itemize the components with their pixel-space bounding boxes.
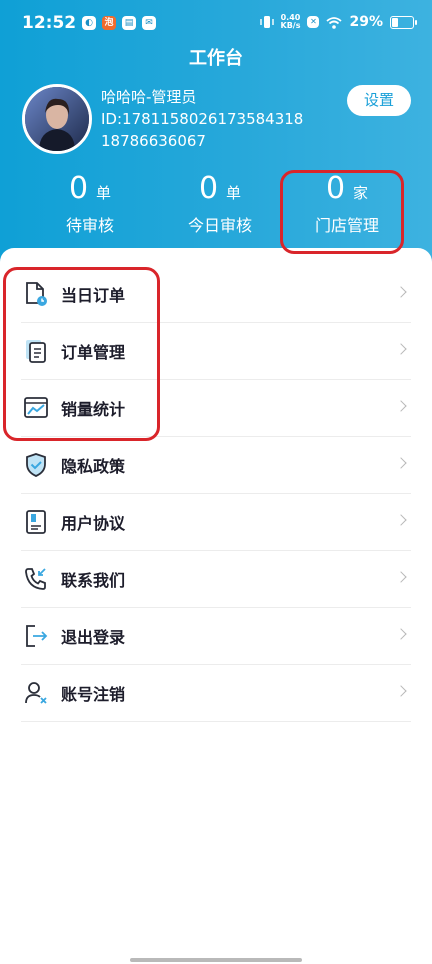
message-icon: ✉	[142, 16, 156, 30]
chevron-right-icon	[395, 514, 407, 526]
menu-item-contact-us[interactable]: 联系我们	[21, 551, 411, 608]
status-bar: 12:52 ◐ 泡 ▤ ✉ 0.40 KB/s ✕ 29%	[0, 10, 432, 40]
status-notification-icons: ◐ 泡 ▤ ✉	[82, 16, 156, 30]
order-management-icon	[26, 340, 46, 363]
menu-item-label: 用户协议	[61, 514, 126, 533]
menu-item-label: 隐私政策	[61, 457, 126, 476]
avatar[interactable]	[22, 84, 92, 154]
stat-unit: 家	[353, 184, 369, 202]
daily-order-icon	[26, 282, 47, 306]
menu-item-sales-statistics[interactable]: 销量统计	[21, 380, 411, 437]
profile-name-role: 哈哈哈-管理员	[101, 88, 197, 106]
menu-item-daily-orders[interactable]: 当日订单	[21, 266, 411, 323]
stat-label: 今日审核	[187, 216, 252, 235]
menu-item-label: 销量统计	[61, 400, 126, 419]
account-cancel-icon	[25, 682, 47, 704]
status-time: 12:52	[22, 13, 77, 33]
chevron-right-icon	[395, 343, 407, 355]
settings-button[interactable]: 设置	[347, 85, 411, 116]
header-banner: 12:52 ◐ 泡 ▤ ✉ 0.40 KB/s ✕ 29% 工作台 哈哈哈-管理…	[0, 0, 432, 262]
net-speed-unit: KB/s	[280, 21, 301, 30]
sales-statistics-icon	[24, 397, 48, 418]
calendar-icon: ▤	[122, 16, 136, 30]
stat-value: 0	[198, 171, 219, 206]
menu-item-label: 退出登录	[61, 628, 126, 647]
menu-item-label: 当日订单	[61, 286, 126, 305]
menu-item-logout[interactable]: 退出登录	[21, 608, 411, 665]
chevron-right-icon	[395, 286, 407, 298]
privacy-shield-icon	[26, 453, 46, 477]
chevron-right-icon	[395, 571, 407, 583]
logout-icon	[26, 625, 48, 647]
menu-item-privacy-policy[interactable]: 隐私政策	[21, 437, 411, 494]
chevron-right-icon	[395, 685, 407, 697]
battery-icon	[390, 15, 417, 29]
stat-unit: 单	[226, 184, 242, 202]
profile-id: ID:1781158026173584318	[101, 110, 304, 128]
stat-unit: 单	[96, 184, 112, 202]
app-badge-icon: 泡	[102, 16, 116, 30]
user-agreement-icon	[26, 510, 46, 534]
logo-icon: ◐	[82, 16, 96, 30]
menu-item-user-agreement[interactable]: 用户协议	[21, 494, 411, 551]
chevron-right-icon	[395, 628, 407, 640]
stat-value: 0	[68, 171, 89, 206]
stat-today-review[interactable]: 0单 今日审核	[155, 172, 285, 236]
profile-phone: 18786636067	[101, 132, 206, 150]
chevron-right-icon	[395, 400, 407, 412]
menu-item-label: 账号注销	[61, 685, 126, 704]
stat-label: 门店管理	[314, 216, 379, 235]
menu-list: 当日订单 订单管理 销量统计 隐私政策 用户协议 联系我们 退出登录 账号注销	[21, 266, 411, 722]
menu-item-account-cancellation[interactable]: 账号注销	[21, 665, 411, 722]
profile-info: 哈哈哈-管理员 ID:1781158026173584318 187866360…	[101, 86, 303, 152]
stat-label: 待审核	[65, 216, 114, 235]
status-right-icons: 0.40 KB/s ✕ 29%	[259, 14, 417, 30]
page-title: 工作台	[189, 48, 243, 69]
stat-pending-review[interactable]: 0单 待审核	[25, 172, 155, 236]
battery-percent: 29%	[349, 14, 383, 30]
home-indicator[interactable]	[130, 958, 302, 962]
menu-item-label: 联系我们	[61, 571, 126, 590]
avatar-portrait-icon	[25, 87, 89, 151]
menu-item-label: 订单管理	[61, 343, 126, 362]
no-sim-icon: ✕	[307, 16, 320, 28]
vibrate-icon	[259, 16, 274, 28]
net-speed: 0.40 KB/s	[281, 14, 301, 30]
wifi-icon	[326, 16, 343, 29]
stat-value: 0	[325, 171, 346, 206]
chevron-right-icon	[395, 457, 407, 469]
stat-store-management[interactable]: 0家 门店管理	[282, 172, 412, 236]
menu-item-order-management[interactable]: 订单管理	[21, 323, 411, 380]
phone-call-icon	[25, 568, 46, 590]
